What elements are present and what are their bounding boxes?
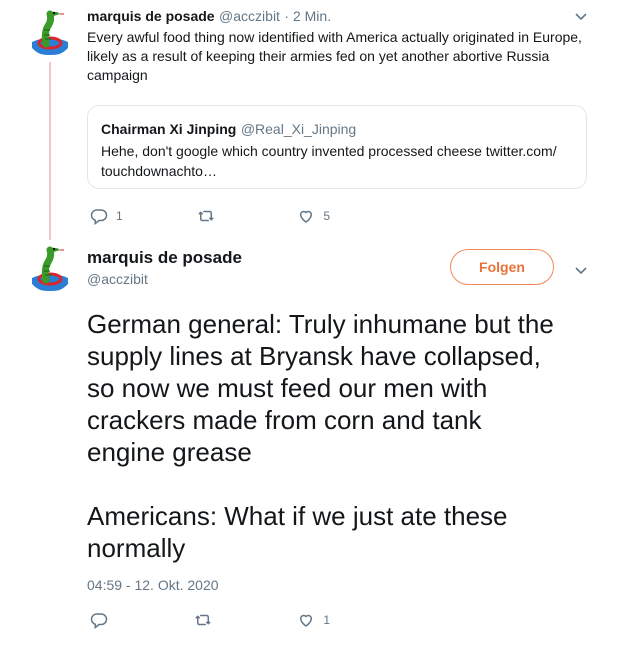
tweet-actions: 1 — [90, 611, 330, 629]
quoted-tweet-text-line1: Hehe, don't google which country invente… — [101, 143, 557, 159]
reply-button[interactable] — [90, 611, 116, 629]
tweet-timestamp[interactable]: 04:59 - 12. Okt. 2020 — [87, 577, 219, 593]
quoted-tweet-header: Chairman Xi Jinping @Real_Xi_Jinping — [101, 121, 356, 139]
quoted-author-handle: @Real_Xi_Jinping — [240, 121, 357, 137]
chevron-down-icon[interactable] — [573, 8, 589, 29]
tweet-text-line: supply lines at Bryansk have collapsed, — [87, 341, 541, 371]
avatar[interactable] — [26, 8, 74, 56]
author-name[interactable]: marquis de posade — [87, 8, 215, 24]
tweet-text-line: engine grease — [87, 437, 252, 467]
retweet-icon — [198, 210, 214, 222]
chevron-down-icon[interactable] — [573, 262, 589, 283]
tweet-header: marquis de posade @acczibit · 2 Min. — [87, 8, 331, 26]
retweet-icon — [195, 614, 211, 626]
reply-icon — [90, 209, 108, 225]
tweet-text: Every awful food thing now identified wi… — [87, 29, 582, 83]
author-name[interactable]: marquis de posade — [87, 248, 242, 268]
author-handle[interactable]: @acczibit — [87, 271, 148, 287]
main-tweet-text: German general: Truly inhumane but the s… — [87, 308, 607, 564]
like-icon — [300, 210, 313, 223]
tweet-text-line: Americans: What if we just ate these — [87, 501, 508, 531]
avatar-snake-icon — [26, 244, 74, 292]
like-count: 1 — [323, 613, 330, 627]
follow-button[interactable]: Folgen — [450, 249, 554, 285]
reply-count: 1 — [116, 209, 123, 223]
tweet-text-line: so now we must feed our men with — [87, 373, 488, 403]
thread-line — [49, 62, 51, 240]
quoted-author-name: Chairman Xi Jinping — [101, 121, 237, 137]
tweet-actions: 1 5 — [90, 207, 330, 225]
reply-button[interactable]: 1 — [90, 207, 123, 225]
tweet-time[interactable]: · 2 Min. — [284, 8, 331, 24]
avatar-snake-icon — [26, 8, 74, 56]
retweet-button[interactable] — [197, 207, 223, 225]
like-count: 5 — [323, 209, 330, 223]
like-icon — [300, 614, 313, 627]
tweet-text-line: German general: Truly inhumane but the — [87, 309, 554, 339]
quoted-tweet[interactable]: Chairman Xi Jinping @Real_Xi_Jinping Heh… — [87, 105, 587, 189]
like-button[interactable]: 5 — [297, 207, 330, 225]
tweet-text-line: normally — [87, 533, 186, 563]
author-handle[interactable]: @acczibit — [219, 8, 280, 24]
tweet-text-line: crackers made from corn and tank — [87, 405, 482, 435]
avatar[interactable] — [26, 244, 74, 292]
reply-icon — [90, 613, 108, 629]
retweet-button[interactable] — [194, 611, 220, 629]
quoted-tweet-text-line2: touchdownachto… — [101, 163, 217, 179]
like-button[interactable]: 1 — [297, 611, 330, 629]
